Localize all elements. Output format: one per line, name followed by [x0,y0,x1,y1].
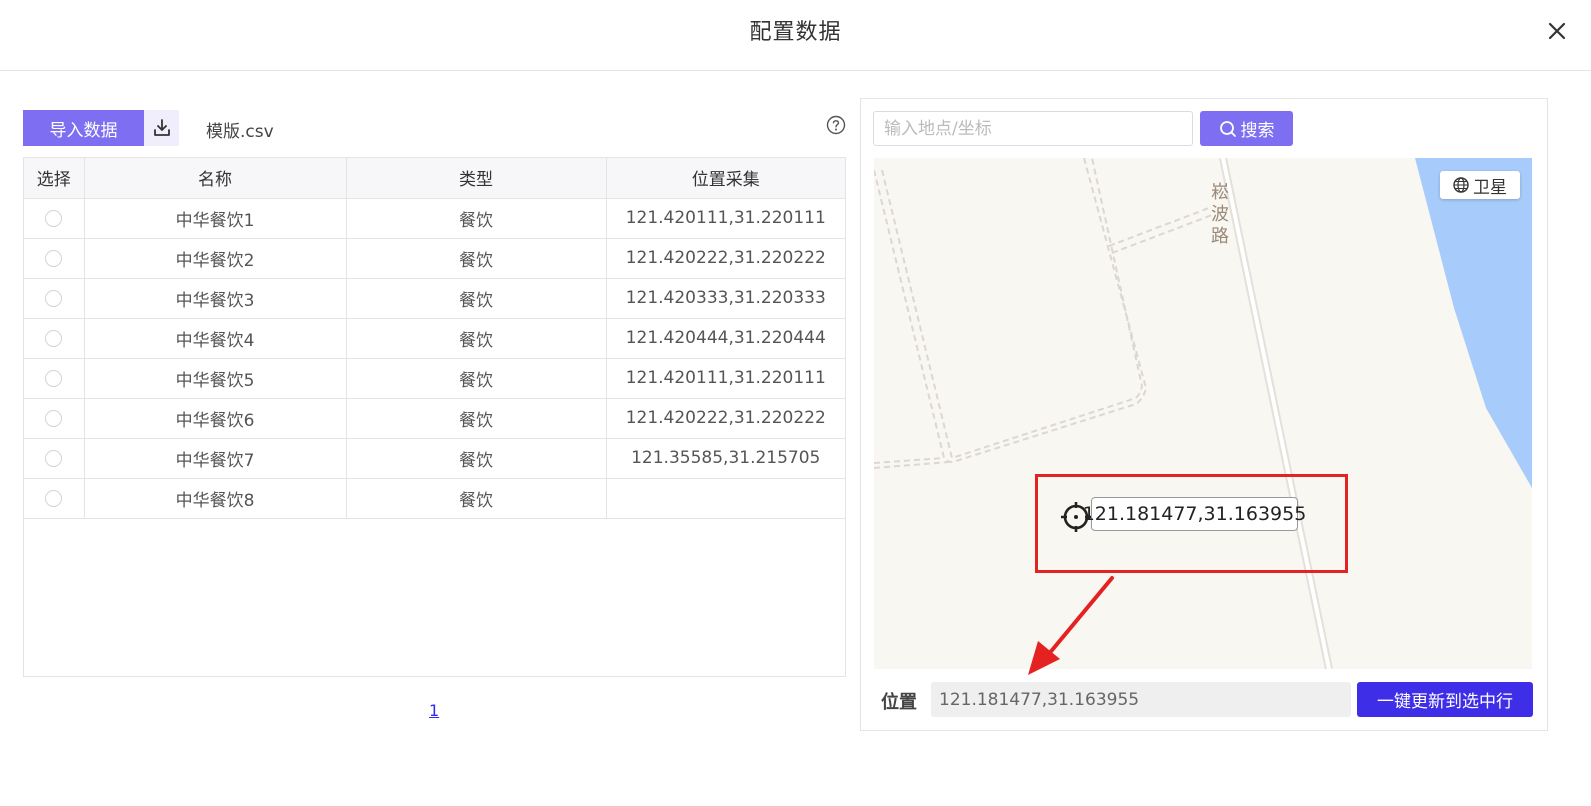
search-button-label: 搜索 [1240,121,1275,141]
satellite-label: 卫星 [1473,177,1507,198]
table-header-row: 选择 名称 类型 位置采集 [24,158,845,199]
row-type: 餐饮 [346,478,607,519]
search-icon [1219,120,1236,137]
map-view[interactable]: 崧波路 卫星 121.181477,31.163955 [874,158,1532,669]
row-type: 餐饮 [346,438,607,479]
row-name: 中华餐饮6 [84,398,347,439]
row-name: 中华餐饮4 [84,318,347,359]
table-row[interactable]: 中华餐饮6 餐饮 121.420222,31.220222 [24,398,845,439]
row-name: 中华餐饮1 [84,198,347,239]
position-label: 位置 [881,692,917,713]
row-type: 餐饮 [346,278,607,319]
row-type: 餐饮 [346,358,607,399]
row-type: 餐饮 [346,318,607,359]
row-name: 中华餐饮3 [84,278,347,319]
table-row[interactable]: 中华餐饮3 餐饮 121.420333,31.220333 [24,278,845,319]
pagination-page-1[interactable]: 1 [429,701,439,720]
row-select-radio[interactable] [45,289,63,307]
template-file-link[interactable]: 模版.csv [206,117,274,142]
import-data-button[interactable]: 导入数据 [23,110,144,146]
update-selected-row-button[interactable]: 一键更新到选中行 [1357,682,1533,717]
data-table: 选择 名称 类型 位置采集 中华餐饮1 餐饮 121.420111,31.220… [23,157,846,677]
download-template-button[interactable] [144,110,179,146]
column-header-name: 名称 [84,158,347,199]
row-select-radio[interactable] [45,369,63,387]
row-select-radio[interactable] [45,249,63,267]
row-location: 121.420111,31.220111 [606,358,845,399]
row-name: 中华餐饮5 [84,358,347,399]
highlight-box [1035,474,1348,573]
table-row[interactable]: 中华餐饮1 餐饮 121.420111,31.220111 [24,198,845,239]
table-row[interactable]: 中华餐饮2 餐饮 121.420222,31.220222 [24,238,845,279]
column-header-select: 选择 [24,158,85,199]
help-icon[interactable] [826,115,846,135]
road-label: 崧波路 [1211,182,1229,247]
row-name: 中华餐饮7 [84,438,347,479]
annotation-arrow [1028,576,1114,675]
row-location: 121.420111,31.220111 [606,198,845,239]
row-type: 餐饮 [346,198,607,239]
dialog-title: 配置数据 [749,20,842,45]
row-name: 中华餐饮2 [84,238,347,279]
table-row[interactable]: 中华餐饮5 餐饮 121.420111,31.220111 [24,358,845,399]
table-row[interactable]: 中华餐饮8 餐饮 [24,478,845,519]
row-location: 121.420444,31.220444 [606,318,845,359]
column-header-type: 类型 [346,158,607,199]
row-location: 121.420222,31.220222 [606,398,845,439]
row-select-radio[interactable] [45,449,63,467]
row-location: 121.420333,31.220333 [606,278,845,319]
row-location: 121.420222,31.220222 [606,238,845,279]
row-select-radio[interactable] [45,489,63,507]
row-select-radio[interactable] [45,409,63,427]
table-row[interactable]: 中华餐饮7 餐饮 121.35585,31.215705 [24,438,845,479]
table-row[interactable]: 中华餐饮4 餐饮 121.420444,31.220444 [24,318,845,359]
dialog-header: 配置数据 [0,0,1591,71]
globe-icon [1453,177,1469,193]
map-background [874,158,1532,669]
satellite-toggle-button[interactable]: 卫星 [1440,171,1520,199]
position-input[interactable] [931,682,1351,717]
close-icon[interactable] [1542,16,1572,46]
row-select-radio[interactable] [45,209,63,227]
row-select-radio[interactable] [45,329,63,347]
row-location: 121.35585,31.215705 [606,438,845,479]
location-search-input[interactable] [873,111,1193,146]
column-header-location: 位置采集 [606,158,845,199]
row-location [606,478,845,519]
row-type: 餐饮 [346,398,607,439]
download-icon [153,119,170,136]
search-button[interactable]: 搜索 [1200,111,1293,146]
row-name: 中华餐饮8 [84,478,347,519]
row-type: 餐饮 [346,238,607,279]
